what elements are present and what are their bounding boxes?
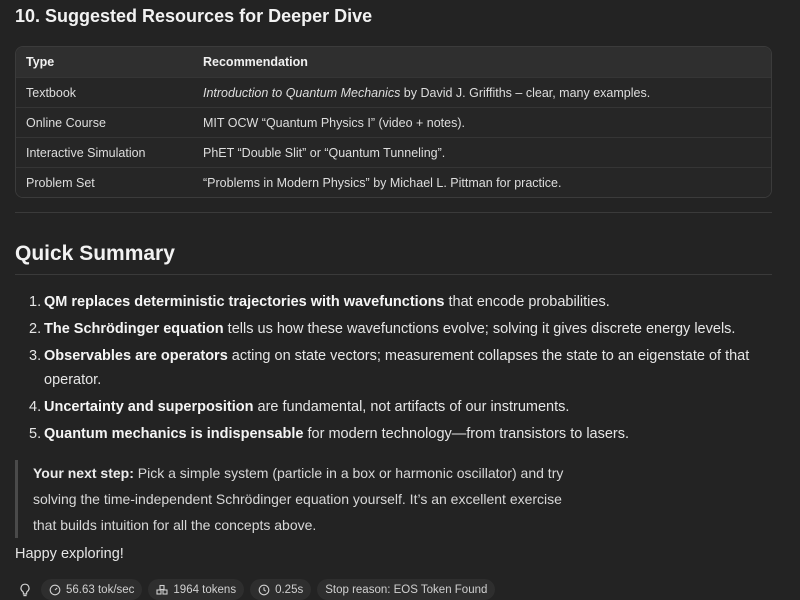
resources-table: Type Recommendation Textbook Introductio… xyxy=(15,46,772,198)
cell-recommendation: “Problems in Modern Physics” by Michael … xyxy=(203,175,562,190)
chat-message: 10. Suggested Resources for Deeper Dive … xyxy=(0,0,800,600)
cell-type: Problem Set xyxy=(26,175,95,190)
stop-reason-value: Stop reason: EOS Token Found xyxy=(325,583,488,596)
resources-heading: 10. Suggested Resources for Deeper Dive xyxy=(15,6,373,26)
clock-icon xyxy=(258,584,270,596)
cell-type: Textbook xyxy=(26,85,77,100)
cell-recommendation: MIT OCW “Quantum Physics I” (video + not… xyxy=(203,115,465,130)
table-row: Textbook Introduction to Quantum Mechani… xyxy=(16,77,771,107)
stop-reason-chip: Stop reason: EOS Token Found xyxy=(317,579,496,600)
table-row: Problem Set “Problems in Modern Physics”… xyxy=(16,167,771,197)
cell-recommendation: Introduction to Quantum Mechanics by Dav… xyxy=(203,85,651,100)
time-value: 0.25s xyxy=(275,583,304,596)
column-header-recommendation: Recommendation xyxy=(203,55,308,69)
tokens-chip: 1964 tokens xyxy=(148,579,245,600)
tokens-value: 1964 tokens xyxy=(173,583,237,596)
summary-heading: Quick Summary xyxy=(15,242,175,265)
list-item: 1. QM replaces deterministic trajectories… xyxy=(29,294,610,310)
time-chip: 0.25s xyxy=(250,579,312,600)
table-row: Online Course MIT OCW “Quantum Physics I… xyxy=(16,107,771,137)
table-row: Interactive Simulation PhET “Double Slit… xyxy=(16,137,771,167)
column-header-type: Type xyxy=(26,55,55,69)
lightbulb-icon[interactable] xyxy=(15,579,35,600)
list-item: 2. The Schrödinger equation tells us how … xyxy=(29,321,736,337)
section-divider xyxy=(15,212,772,213)
cell-type: Interactive Simulation xyxy=(26,145,146,160)
list-item: 3. Observables are operators acting on st… xyxy=(29,348,750,388)
cell-type: Online Course xyxy=(26,115,106,130)
summary-list: 1. QM replaces deterministic trajectories… xyxy=(15,290,775,449)
cell-recommendation: PhET “Double Slit” or “Quantum Tunneling… xyxy=(203,145,446,160)
list-item: 4. Uncertainty and superposition are fund… xyxy=(29,399,570,415)
list-item: 5. Quantum mechanics is indispensable for… xyxy=(29,426,630,442)
generation-stats-bar: 56.63 tok/sec 1964 tokens 0.25s Stop rea… xyxy=(15,579,496,600)
tokens-icon xyxy=(156,584,168,596)
heading-rule xyxy=(15,274,772,275)
table-header-row: Type Recommendation xyxy=(16,47,771,77)
next-step-callout: Your next step: Pick a simple system (pa… xyxy=(15,460,575,538)
book-title: Introduction to Quantum Mechanics xyxy=(203,85,401,100)
gauge-icon xyxy=(49,584,61,596)
speed-value: 56.63 tok/sec xyxy=(66,583,135,596)
closing-line: Happy exploring! xyxy=(15,546,124,562)
speed-chip: 56.63 tok/sec xyxy=(41,579,143,600)
